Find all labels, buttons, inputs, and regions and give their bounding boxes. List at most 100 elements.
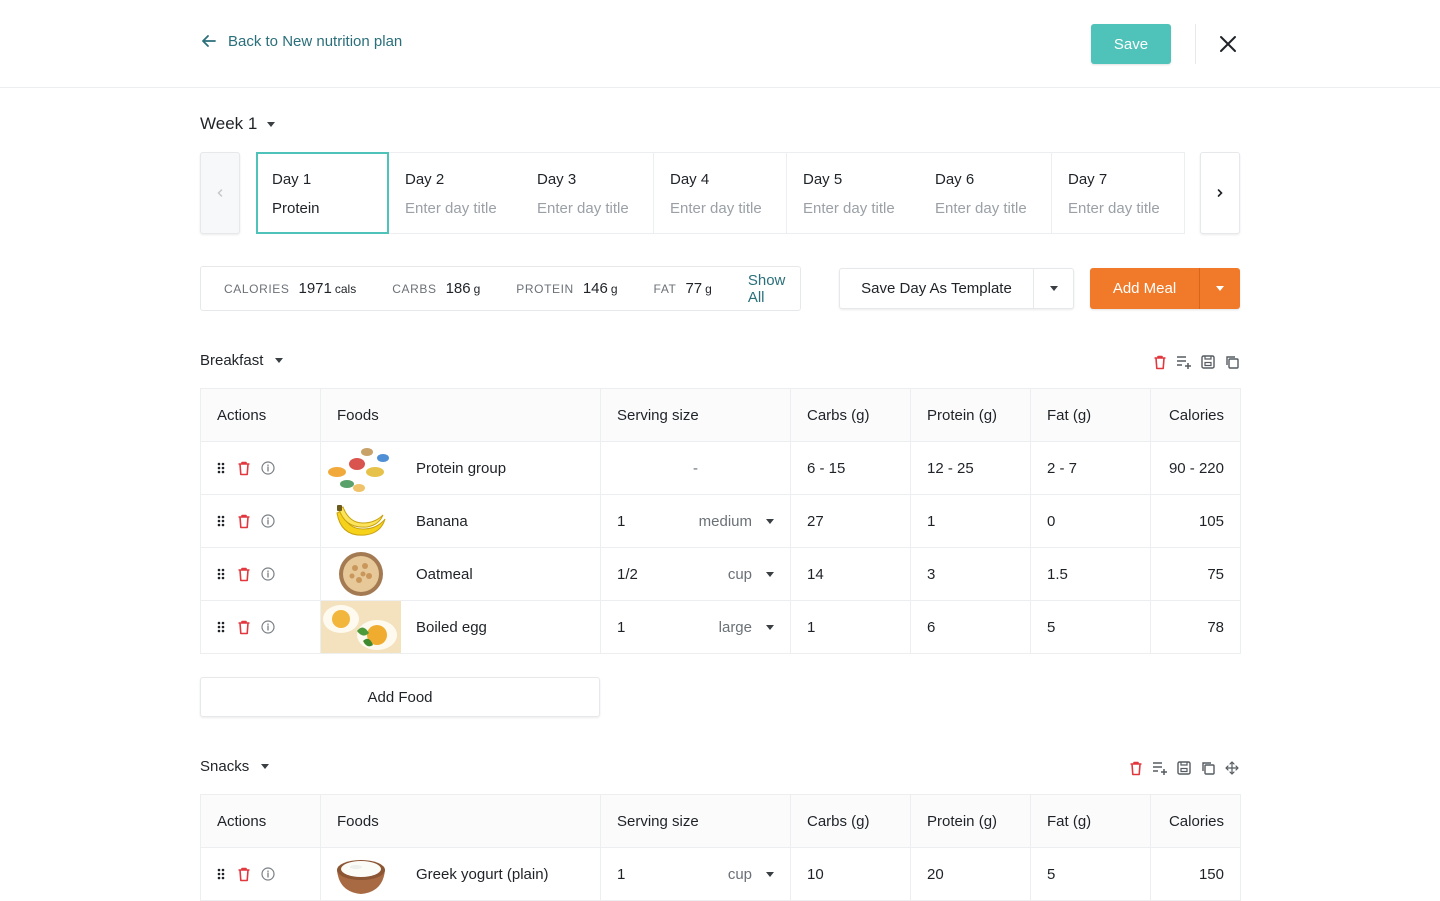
add-to-list-button[interactable] [1176, 354, 1192, 370]
actions-cell [200, 600, 321, 654]
playlist-add-icon [1153, 762, 1167, 775]
info-icon[interactable] [261, 867, 275, 881]
save-icon [1201, 355, 1215, 369]
trash-icon[interactable] [237, 514, 251, 529]
serving-unit[interactable]: cup [687, 566, 752, 583]
add-meal-button[interactable]: Add Meal [1090, 268, 1200, 309]
day-tab-1[interactable]: Day 1 Protein [256, 152, 389, 234]
column-header: Protein (g) [910, 388, 1031, 442]
food-cell: Banana [320, 494, 601, 548]
show-all-link[interactable]: Show All [748, 272, 800, 306]
snacks-section-toggle[interactable]: Snacks [200, 758, 270, 775]
add-food-button[interactable]: Add Food [200, 677, 600, 717]
day-tab-4[interactable]: Day 4 Enter day title [654, 152, 787, 234]
drag-handle-icon[interactable] [215, 567, 227, 581]
move-meal-button[interactable] [1224, 760, 1240, 776]
delete-meal-button[interactable] [1128, 760, 1144, 776]
serving-unit[interactable]: large [687, 619, 752, 636]
trash-icon[interactable] [237, 620, 251, 635]
copy-meal-button[interactable] [1224, 354, 1240, 370]
macros-summary: CALORIES 1971 cals CARBS 186 g PROTEIN 1… [200, 266, 801, 311]
add-to-list-button[interactable] [1152, 760, 1168, 776]
food-thumbnail [321, 848, 401, 900]
protein-cell: 1 [910, 494, 1031, 548]
trash-icon [1130, 761, 1142, 775]
macro-label: FAT [653, 282, 677, 296]
info-icon[interactable] [261, 461, 275, 475]
snacks-tools [1128, 760, 1240, 776]
breakfast-section-toggle[interactable]: Breakfast [200, 352, 284, 369]
save-template-button[interactable]: Save Day As Template [840, 269, 1034, 308]
table-row: Protein group - 6 - 15 12 - 25 2 - 7 90 … [200, 441, 1241, 495]
add-meal-split-button: Add Meal [1090, 268, 1240, 309]
save-meal-button[interactable] [1176, 760, 1192, 776]
trash-icon[interactable] [237, 567, 251, 582]
add-meal-dropdown[interactable] [1200, 268, 1240, 309]
info-icon[interactable] [261, 620, 275, 634]
back-link[interactable]: Back to New nutrition plan [200, 32, 402, 50]
serving-unit[interactable]: cup [687, 866, 752, 883]
column-header: Serving size [600, 388, 791, 442]
save-meal-button[interactable] [1200, 354, 1216, 370]
day-tab-6[interactable]: Day 6 Enter day title [919, 152, 1052, 234]
chevron-down-icon [267, 121, 276, 127]
table-header-row: Actions Foods Serving size Carbs (g) Pro… [200, 388, 1241, 442]
macro-fat: FAT 77 g [654, 280, 712, 297]
trash-icon [1154, 355, 1166, 369]
drag-handle-icon[interactable] [215, 620, 227, 634]
info-icon[interactable] [261, 514, 275, 528]
serving-unit[interactable]: medium [687, 513, 752, 530]
drag-handle-icon[interactable] [215, 514, 227, 528]
serving-cell[interactable]: 1 medium [600, 494, 791, 548]
actions-cell [200, 494, 321, 548]
section-title: Breakfast [200, 352, 264, 369]
day-tab-7[interactable]: Day 7 Enter day title [1052, 152, 1185, 234]
serving-quantity[interactable]: 1 [617, 513, 687, 530]
serving-cell[interactable]: 1/2 cup [600, 547, 791, 601]
week-selector[interactable]: Week 1 [200, 114, 276, 134]
chevron-down-icon[interactable] [766, 624, 774, 630]
fat-cell: 5 [1030, 847, 1151, 901]
serving-quantity[interactable]: 1/2 [617, 566, 687, 583]
drag-handle-icon[interactable] [215, 867, 227, 881]
chevron-down-icon[interactable] [766, 571, 774, 577]
trash-icon[interactable] [237, 461, 251, 476]
food-name: Oatmeal [416, 565, 473, 583]
next-days-button[interactable] [1200, 152, 1240, 234]
move-icon [1225, 761, 1239, 775]
carbs-cell: 14 [790, 547, 911, 601]
drag-handle-icon[interactable] [215, 461, 227, 475]
day-tab-name: Day 3 [537, 171, 577, 188]
save-template-dropdown[interactable] [1034, 269, 1073, 308]
chevron-left-icon [217, 189, 223, 197]
chevron-down-icon[interactable] [766, 518, 774, 524]
serving-quantity[interactable]: 1 [617, 619, 687, 636]
delete-meal-button[interactable] [1152, 354, 1168, 370]
prev-days-button[interactable] [200, 152, 240, 234]
macro-label: PROTEIN [516, 282, 574, 296]
day-tab-3[interactable]: Day 3 Enter day title [521, 152, 654, 234]
table-row: Banana 1 medium 27 1 0 105 [200, 494, 1241, 548]
save-button[interactable]: Save [1091, 24, 1171, 64]
back-link-label: Back to New nutrition plan [228, 32, 403, 50]
day-tab-name: Day 5 [803, 171, 843, 188]
serving-quantity[interactable]: 1 [617, 866, 687, 883]
close-button[interactable] [1216, 32, 1240, 56]
copy-meal-button[interactable] [1200, 760, 1216, 776]
carbs-cell: 10 [790, 847, 911, 901]
day-tab-2[interactable]: Day 2 Enter day title [389, 152, 522, 234]
calories-cell: 150 [1150, 847, 1241, 901]
chevron-down-icon[interactable] [766, 871, 774, 877]
info-icon[interactable] [261, 567, 275, 581]
trash-icon[interactable] [237, 867, 251, 882]
protein-cell: 3 [910, 547, 1031, 601]
macro-unit: g [473, 282, 481, 296]
food-name: Boiled egg [416, 618, 487, 636]
serving-cell[interactable]: 1 large [600, 600, 791, 654]
greek-yogurt-image [337, 860, 385, 894]
boiled-egg-image [321, 601, 401, 653]
serving-cell[interactable]: 1 cup [600, 847, 791, 901]
food-cell: Boiled egg [320, 600, 601, 654]
day-tab-5[interactable]: Day 5 Enter day title [787, 152, 920, 234]
chevron-down-icon [1049, 286, 1058, 291]
